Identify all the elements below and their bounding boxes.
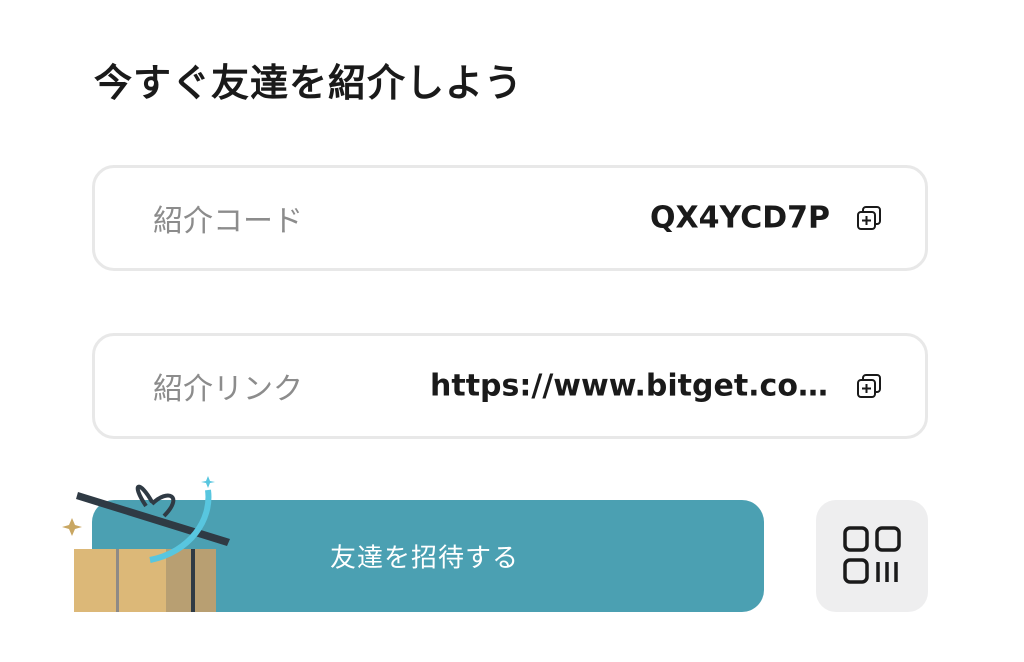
copy-icon[interactable] [855,372,883,400]
referral-link-value: https://www.bitget.com... [430,368,830,404]
copy-icon[interactable] [855,204,883,232]
page-title: 今すぐ友達を紹介しよう [94,61,524,105]
referral-page: 今すぐ友達を紹介しよう 紹介コード QX4YCD7P 紹介リンク https:/… [0,0,1024,662]
invite-friends-label: 友達を招待する [330,543,520,574]
gift-box-icon [62,476,230,612]
referral-code-label: 紹介コード [153,204,303,239]
referral-link-label: 紹介リンク [153,372,303,407]
referral-code-field: 紹介コード QX4YCD7P [92,165,928,271]
qr-code-button[interactable] [816,500,928,612]
referral-link-field: 紹介リンク https://www.bitget.com... [92,333,928,439]
referral-code-value: QX4YCD7P [650,200,830,236]
qr-code-icon [843,526,901,584]
